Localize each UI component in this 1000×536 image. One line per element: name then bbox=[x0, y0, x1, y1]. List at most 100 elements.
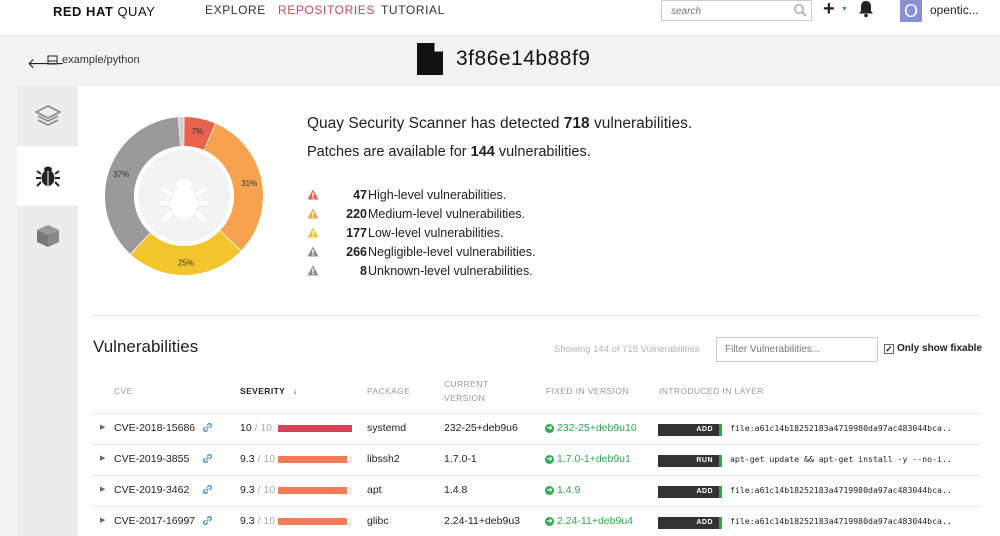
severity-bar-track bbox=[278, 456, 352, 463]
nav-repositories[interactable]: REPOSITORIES bbox=[278, 3, 375, 17]
donut-slice-label: 25% bbox=[178, 258, 194, 267]
donut-slice-label: 37% bbox=[113, 170, 129, 179]
expand-row-caret-icon[interactable]: ▶ bbox=[100, 454, 105, 462]
brand-product: QUAY bbox=[117, 4, 156, 19]
filter-box bbox=[716, 337, 878, 362]
expand-row-caret-icon[interactable]: ▶ bbox=[100, 485, 105, 493]
layer-command[interactable]: apt-get update && apt-get install -y --n… bbox=[730, 454, 950, 464]
cve-id[interactable]: CVE-2017-16997 bbox=[114, 515, 195, 527]
fixable-checkbox[interactable]: ✓ bbox=[884, 343, 894, 354]
external-link-icon[interactable] bbox=[203, 485, 212, 494]
patch-summary: Patches are available for 144 vulnerabil… bbox=[307, 144, 591, 160]
breadcrumb-repo-link[interactable]: example/python bbox=[62, 54, 140, 66]
column-header-introduced-layer[interactable]: INTRODUCED IN LAYER bbox=[659, 384, 764, 398]
layer-type-badge: ADD bbox=[658, 517, 722, 529]
patchable-count: 144 bbox=[470, 144, 495, 160]
column-header-current-version[interactable]: CURRENT VERSION bbox=[444, 377, 488, 405]
username-menu[interactable]: opentic... bbox=[930, 3, 979, 17]
expand-row-caret-icon[interactable]: ▶ bbox=[100, 423, 105, 431]
vuln-level-label: Medium-level vulnerabilities. bbox=[368, 207, 526, 221]
layer-type-badge: ADD bbox=[658, 424, 722, 436]
only-fixable-toggle[interactable]: ✓ Only show fixable bbox=[884, 343, 982, 354]
vuln-level-count: 177 bbox=[346, 226, 367, 240]
cve-id[interactable]: CVE-2019-3462 bbox=[114, 484, 189, 496]
column-header-package[interactable]: PACKAGE bbox=[367, 384, 410, 398]
cve-id[interactable]: CVE-2019-3855 bbox=[114, 453, 189, 465]
current-header-line1: CURRENT bbox=[444, 379, 489, 389]
layer-type-badge: ADD bbox=[658, 486, 722, 498]
vuln-level-label: Low-level vulnerabilities. bbox=[368, 226, 504, 240]
severity-score: 10 / 10 bbox=[240, 422, 272, 434]
severity-bar bbox=[278, 487, 347, 494]
column-header-fixed-in[interactable]: FIXED IN VERSION bbox=[546, 384, 629, 398]
total-vuln-count: 718 bbox=[563, 115, 590, 132]
warning-icon bbox=[307, 227, 319, 238]
column-header-cve[interactable]: CVE bbox=[114, 384, 133, 398]
chevron-down-icon[interactable]: ▼ bbox=[841, 6, 848, 13]
repository-icon bbox=[47, 55, 58, 65]
cve-id[interactable]: CVE-2018-15686 bbox=[114, 422, 195, 434]
package-name: libssh2 bbox=[367, 453, 400, 465]
layers-icon bbox=[34, 105, 61, 126]
warning-icon bbox=[307, 189, 319, 200]
external-link-icon[interactable] bbox=[203, 423, 212, 432]
layer-command[interactable]: file:a61c14b18252183a4719980da97ac483044… bbox=[730, 485, 950, 495]
layer-type-badge: RUN bbox=[658, 455, 722, 467]
patches-suffix: vulnerabilities. bbox=[498, 144, 591, 160]
scan-summary-headline: Quay Security Scanner has detected 718 v… bbox=[307, 115, 692, 133]
external-link-icon[interactable] bbox=[203, 454, 212, 463]
vuln-level-count: 47 bbox=[353, 188, 367, 202]
search-icon[interactable] bbox=[793, 3, 807, 17]
severity-score: 9.3 / 10 bbox=[240, 515, 275, 527]
layer-command[interactable]: file:a61c14b18252183a4719980da97ac483044… bbox=[730, 423, 950, 433]
vuln-level-label: Unknown-level vulnerabilities. bbox=[368, 264, 533, 278]
tab-security-scan[interactable] bbox=[17, 146, 78, 206]
severity-score: 9.3 / 10 bbox=[240, 453, 275, 465]
severity-max: / 10 bbox=[254, 515, 276, 527]
fixed-version: ➜ 1.4.9 bbox=[545, 484, 580, 496]
package-name: systemd bbox=[367, 422, 407, 434]
patches-prefix: Patches are available for bbox=[307, 144, 467, 160]
column-header-severity[interactable]: SEVERITY ↓ bbox=[240, 384, 298, 398]
bug-icon bbox=[35, 166, 60, 187]
vulnerability-donut-chart: 7% 31% 25% 37% bbox=[104, 117, 263, 275]
fixable-label: Only show fixable bbox=[897, 343, 983, 354]
search-input[interactable] bbox=[662, 2, 782, 21]
back-arrow-icon[interactable]: 🡐 bbox=[27, 55, 65, 72]
section-divider bbox=[93, 315, 980, 316]
package-name: glibc bbox=[367, 515, 389, 527]
severity-bar bbox=[278, 456, 347, 463]
current-version: 2.24-11+deb9u3 bbox=[444, 515, 521, 527]
avatar[interactable]: O bbox=[900, 0, 922, 22]
vuln-level-count: 220 bbox=[346, 207, 367, 221]
tab-packages[interactable] bbox=[17, 206, 78, 266]
arrow-circle-icon: ➜ bbox=[545, 423, 554, 433]
vulnerabilities-title: Vulnerabilities bbox=[93, 337, 199, 356]
severity-value: 9.3 bbox=[240, 515, 255, 527]
file-icon bbox=[417, 43, 443, 75]
showing-count: Showing 144 of 718 Vulnerabilities bbox=[554, 344, 700, 355]
filter-vulnerabilities-input[interactable] bbox=[717, 338, 867, 361]
current-version: 1.4.8 bbox=[444, 484, 468, 496]
page-title: 3f86e14b88f9 bbox=[456, 47, 591, 70]
headline-suffix: vulnerabilities. bbox=[593, 115, 693, 132]
nav-explore[interactable]: EXPLORE bbox=[205, 3, 266, 17]
top-navbar: RED HAT QUAY EXPLORE REPOSITORIES TUTORI… bbox=[0, 0, 1000, 36]
warning-icon bbox=[307, 265, 319, 276]
severity-max: / 10 bbox=[254, 453, 276, 465]
arrow-circle-icon: ➜ bbox=[545, 454, 554, 464]
vuln-level-label: High-level vulnerabilities. bbox=[368, 188, 507, 202]
layer-command[interactable]: file:a61c14b18252183a4719980da97ac483044… bbox=[730, 516, 950, 526]
sort-arrow-down-icon: ↓ bbox=[292, 386, 298, 396]
expand-row-caret-icon[interactable]: ▶ bbox=[100, 516, 105, 524]
nav-tutorial[interactable]: TUTORIAL bbox=[381, 3, 445, 17]
row-divider bbox=[93, 506, 980, 507]
tab-layers[interactable] bbox=[17, 86, 78, 146]
bell-icon[interactable] bbox=[857, 0, 875, 18]
external-link-icon[interactable] bbox=[203, 516, 212, 525]
create-new-button[interactable]: + bbox=[823, 0, 835, 19]
arrow-circle-icon: ➜ bbox=[545, 516, 554, 526]
brand-logo[interactable]: RED HAT QUAY bbox=[53, 4, 155, 19]
severity-max: / 10 bbox=[254, 484, 276, 496]
package-name: apt bbox=[367, 484, 382, 496]
